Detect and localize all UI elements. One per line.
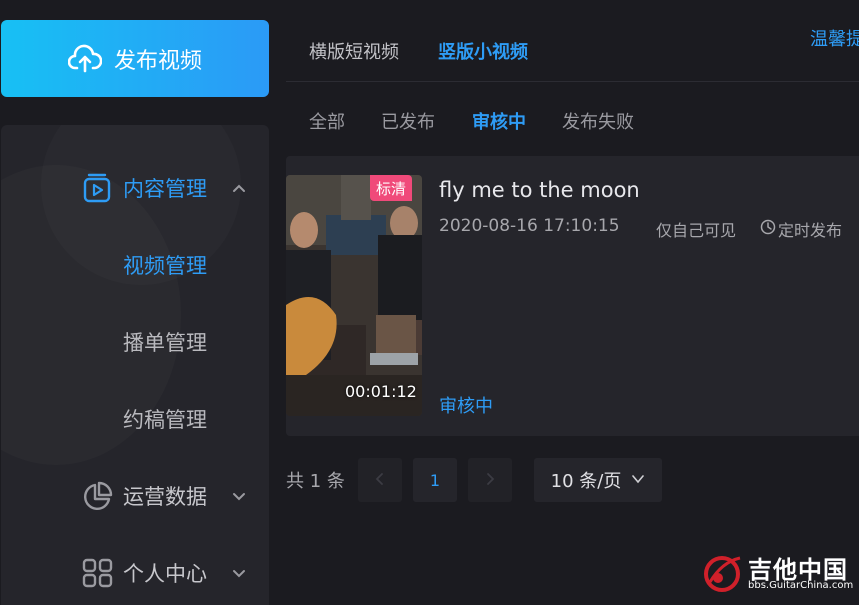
sidebar-group-label: 内容管理 <box>123 177 207 201</box>
filter-reviewing[interactable]: 审核中 <box>472 108 526 134</box>
scheduled-publish-label: 定时发布 <box>778 221 843 240</box>
sidebar-group-label: 运营数据 <box>123 485 207 509</box>
video-privacy: 仅自己可见 <box>656 221 737 240</box>
chevron-down-icon <box>231 565 247 581</box>
sidebar-group-label: 个人中心 <box>123 562 207 586</box>
cloud-upload-icon <box>67 44 102 74</box>
sidebar-item-commission-management[interactable]: 约稿管理 <box>123 404 207 434</box>
video-title[interactable]: fly me to the moon <box>439 178 640 202</box>
grid-icon <box>81 558 115 588</box>
sidebar-group-personal[interactable]: 个人中心 <box>1 543 269 603</box>
chevron-up-icon <box>231 180 247 196</box>
chevron-down-icon <box>231 488 247 504</box>
watermark: 吉他中国 bbs.GuitarChina.com <box>700 548 855 598</box>
watermark-url: bbs.GuitarChina.com <box>748 580 854 591</box>
pie-chart-icon <box>81 481 115 511</box>
clock-icon <box>760 219 776 239</box>
quality-badge: 标清 <box>370 175 412 201</box>
sidebar-group-content[interactable]: 内容管理 <box>1 158 269 218</box>
tips-link[interactable]: 温馨提 <box>810 25 859 51</box>
tab-landscape-video[interactable]: 横版短视频 <box>309 38 399 64</box>
prev-page-button[interactable] <box>358 458 402 502</box>
publish-video-button[interactable]: 发布视频 <box>1 20 269 97</box>
video-play-icon <box>81 173 115 203</box>
scheduled-publish: 定时发布 <box>760 217 842 241</box>
video-date: 2020-08-16 17:10:15 <box>439 216 620 236</box>
chevron-left-icon <box>373 471 387 490</box>
header-divider <box>286 81 859 82</box>
video-status: 审核中 <box>439 396 493 417</box>
filter-all[interactable]: 全部 <box>309 108 345 134</box>
next-page-button[interactable] <box>468 458 512 502</box>
total-count: 共 1 条 <box>286 471 345 492</box>
video-thumbnail[interactable] <box>286 175 422 416</box>
page-size-value: 10 条/页 <box>550 471 622 492</box>
filter-published[interactable]: 已发布 <box>381 108 435 134</box>
chevron-down-icon <box>631 470 645 491</box>
sidebar: 内容管理 视频管理 播单管理 约稿管理 运营数据 个人中心 <box>1 125 269 605</box>
page-size-select[interactable]: 10 条/页 <box>534 458 662 502</box>
tab-vertical-video[interactable]: 竖版小视频 <box>438 38 528 64</box>
sidebar-group-operations[interactable]: 运营数据 <box>1 466 269 526</box>
page-number: 1 <box>429 470 441 490</box>
filter-failed[interactable]: 发布失败 <box>562 108 634 134</box>
page-button-1[interactable]: 1 <box>413 458 457 502</box>
sidebar-item-playlist-management[interactable]: 播单管理 <box>123 327 207 357</box>
sidebar-item-video-management[interactable]: 视频管理 <box>123 250 207 280</box>
video-duration: 00:01:12 <box>345 382 417 401</box>
publish-video-label: 发布视频 <box>113 48 202 74</box>
chevron-right-icon <box>483 471 497 490</box>
guitar-logo-icon <box>702 552 746 598</box>
